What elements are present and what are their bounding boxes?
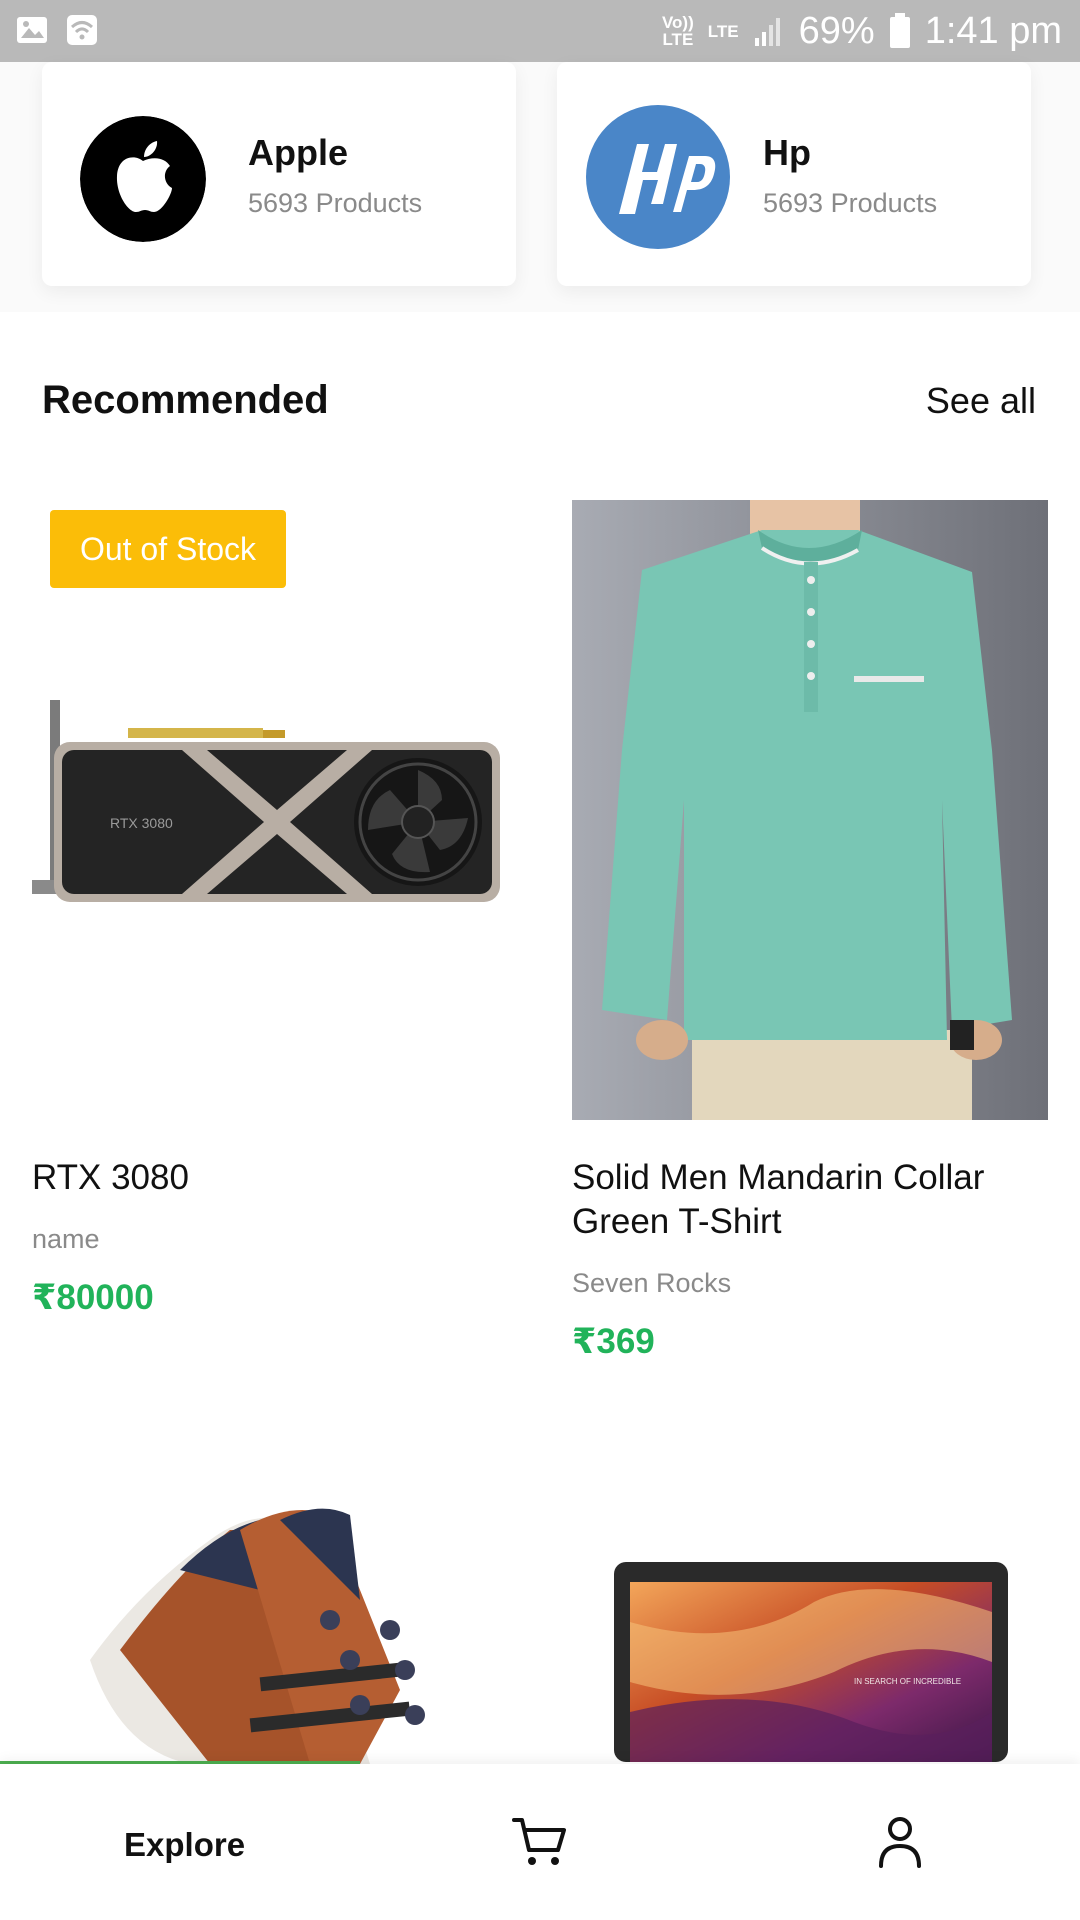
product-subtitle: name bbox=[32, 1224, 100, 1254]
laptop-image: IN SEARCH OF INCREDIBLE bbox=[614, 1562, 1008, 1762]
signal-icon bbox=[754, 18, 780, 46]
brand-product-count: 5693 Products bbox=[248, 188, 423, 218]
apple-logo-icon bbox=[80, 116, 206, 242]
cart-icon[interactable] bbox=[512, 1816, 568, 1868]
green-tshirt-image bbox=[572, 500, 1048, 1120]
gallery-icon bbox=[17, 17, 47, 43]
status-bar: Vo)) LTE LTE 69% 1:41 pm bbox=[0, 0, 1080, 62]
volte-indicator: Vo)) LTE bbox=[661, 13, 694, 49]
brand-card-apple[interactable]: Apple 5693 Products bbox=[42, 62, 516, 286]
product-title: Solid Men Mandarin Collar Green T-Shirt bbox=[572, 1158, 985, 1241]
brand-name: Apple bbox=[248, 132, 349, 173]
out-of-stock-badge: Out of Stock bbox=[50, 510, 286, 588]
brand-card-hp[interactable]: Hp 5693 Products bbox=[557, 62, 1031, 286]
clock: 1:41 pm bbox=[924, 9, 1062, 52]
nav-explore-tab[interactable]: Explore bbox=[124, 1826, 245, 1864]
battery-icon bbox=[889, 13, 910, 48]
product-subtitle: Seven Rocks bbox=[572, 1268, 732, 1298]
bottom-navigation: Explore bbox=[0, 1764, 1080, 1920]
gpu-label: RTX 3080 bbox=[110, 815, 173, 831]
product-price: ₹369 bbox=[572, 1322, 655, 1361]
brand-name: Hp bbox=[763, 132, 811, 173]
hp-logo-icon bbox=[586, 105, 730, 249]
product-title: RTX 3080 bbox=[32, 1158, 189, 1197]
battery-percent: 69% bbox=[798, 9, 875, 52]
laptop-screen-text: IN SEARCH OF INCREDIBLE bbox=[854, 1677, 961, 1686]
graphics-card-image: RTX 3080 bbox=[32, 700, 500, 902]
brand-product-count: 5693 Products bbox=[763, 188, 938, 218]
wifi-icon bbox=[67, 15, 97, 45]
lte-indicator: LTE bbox=[707, 21, 739, 41]
section-title-recommended: Recommended bbox=[42, 378, 329, 422]
see-all-link[interactable]: See all bbox=[926, 380, 1036, 422]
product-price: ₹80000 bbox=[32, 1278, 154, 1317]
profile-icon[interactable] bbox=[878, 1816, 922, 1868]
sneaker-image bbox=[90, 1508, 425, 1764]
